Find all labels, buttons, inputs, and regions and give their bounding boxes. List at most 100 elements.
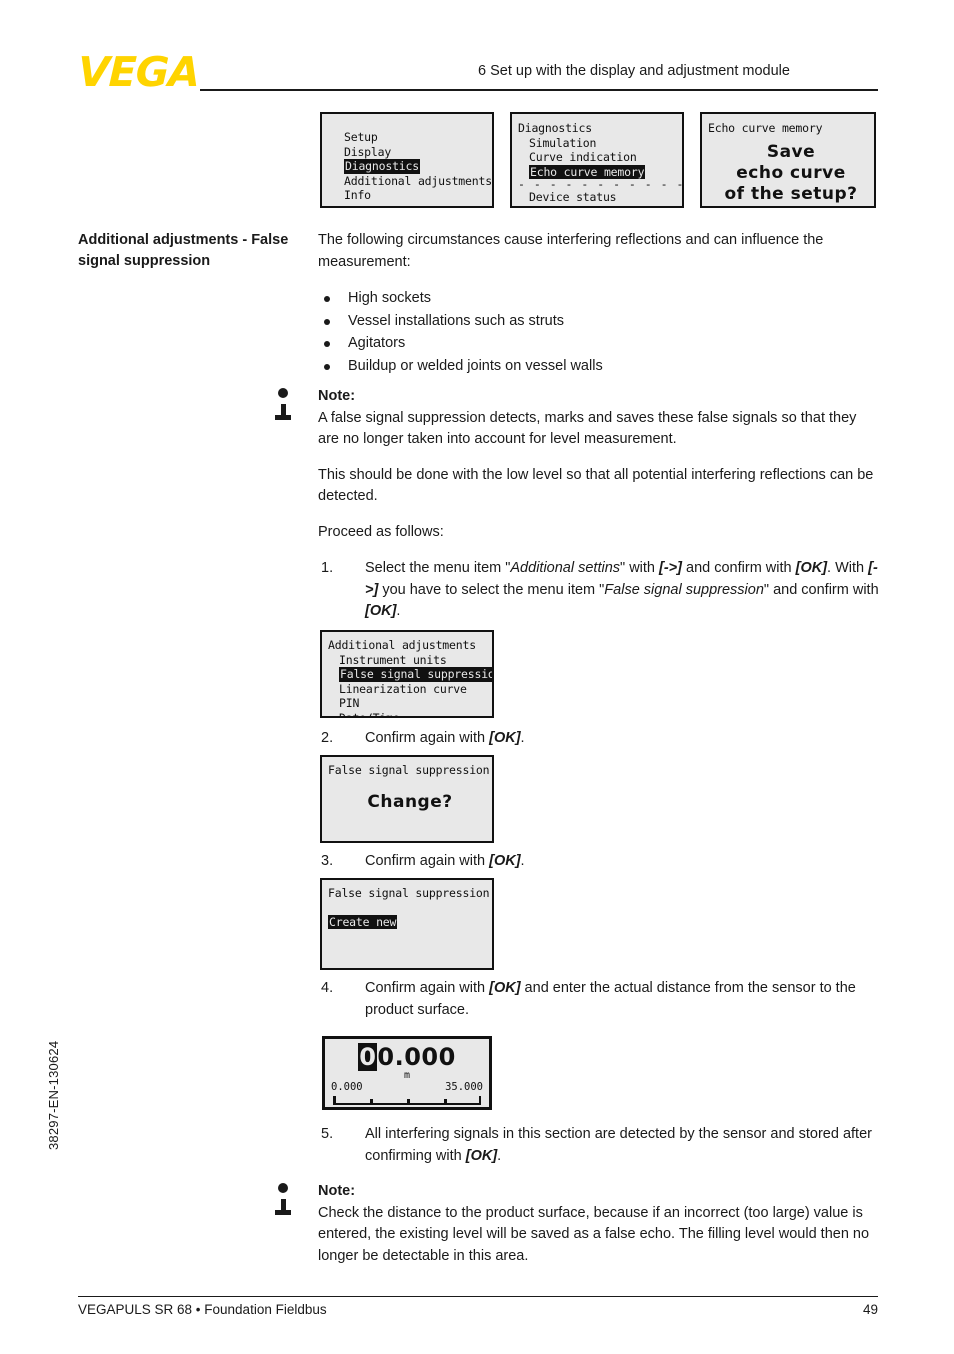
step-number: 4.: [321, 980, 334, 996]
lcd-item-setup: Setup: [344, 130, 378, 144]
list-item: High sockets: [318, 287, 880, 310]
step-text-1a: Select the menu item ": [365, 560, 511, 576]
lcd-item-diagnostics: Diagnostics: [344, 159, 492, 174]
digit-cursor: 0: [358, 1043, 378, 1071]
note-paragraph-2: This should be done with the low level s…: [318, 466, 874, 505]
step-text-1e: you have to select the menu item ": [378, 581, 605, 598]
information-icon: [272, 1183, 298, 1225]
lcd-selection-highlight: Diagnostics: [344, 159, 420, 174]
note-body: Check the distance to the product surfac…: [318, 1204, 870, 1264]
lcd-item-simulation: Simulation: [529, 135, 597, 150]
lcd-title-additional-adjustments: Additional adjustments: [328, 638, 476, 652]
step-text-1c: and confirm with: [681, 560, 796, 576]
lcd-divider-line: - - - - - - - - - - - - - - - - - - - -: [518, 177, 684, 191]
lcd-item-linearization-curve: Linearization curve: [339, 681, 467, 696]
lcd-prompt-line-1: Save: [766, 141, 816, 162]
lcd-title-false-signal-suppression: False signal suppression: [328, 763, 490, 777]
step-3: 3. Confirm again with [OK].: [318, 851, 880, 873]
note-block-1: Note: A false signal suppression detects…: [275, 386, 880, 552]
key-label-right-arrow: [->]: [659, 560, 682, 576]
step-item: 2. Confirm again with [OK].: [318, 728, 880, 750]
step-text-4a: Confirm again with: [365, 980, 490, 996]
step-number: 3.: [321, 853, 334, 869]
menu-item-name-false-signal-suppression: False signal suppression: [604, 581, 764, 598]
distance-ruler: [333, 1094, 481, 1105]
lcd-item-display: Display: [344, 144, 392, 159]
lcd-echo-curve-save: Echo curve memory Save echo curve of the…: [700, 112, 876, 208]
vega-logo: VEGA: [77, 48, 200, 96]
step-number: 5.: [321, 1126, 334, 1142]
lcd-item-instrument-units: Instrument units: [339, 652, 447, 667]
information-icon: [272, 388, 298, 430]
footer-divider: [78, 1296, 878, 1298]
key-label-ok: [OK]: [365, 603, 397, 619]
chapter-title: 6 Set up with the display and adjustment…: [478, 63, 790, 79]
lcd-item-info: Info: [344, 188, 371, 202]
distance-unit: m: [403, 1070, 411, 1081]
step-text-2b: .: [520, 730, 525, 746]
key-label-ok: [OK]: [489, 853, 521, 869]
step-text-2a: Confirm again with: [365, 730, 490, 746]
distance-scale-labels: 0.000 35.000: [325, 1081, 489, 1093]
lcd-false-signal-create-new: False signal suppression Create new: [320, 878, 494, 970]
scale-min-label: 0.000: [331, 1081, 363, 1093]
lcd-item-curve-indication: Curve indication: [529, 150, 637, 164]
distance-remaining-digits: 0.000: [377, 1043, 456, 1071]
step-1: 1. Select the menu item "Additional sett…: [318, 558, 880, 623]
lcd-selection-highlight: False signal suppression: [339, 667, 492, 682]
lcd-false-signal-change: False signal suppression Change?: [320, 755, 494, 843]
step-item: 4. Confirm again with [OK] and enter the…: [318, 978, 880, 1021]
step-item: 5. All interfering signals in this secti…: [318, 1124, 880, 1167]
note-paragraph-3: Proceed as follows:: [318, 523, 444, 540]
key-label-ok: [OK]: [795, 560, 828, 576]
interference-causes-list: High sockets Vessel installations such a…: [318, 287, 880, 377]
note-title: Note:: [318, 1183, 356, 1199]
list-item: Vessel installations such as struts: [318, 310, 880, 333]
header-divider: [200, 89, 878, 91]
step-text-1g: .: [396, 603, 401, 619]
intro-block: The following circumstances cause interf…: [318, 230, 880, 392]
lcd-additional-adjustments-menu: Additional adjustments Instrument units …: [320, 630, 494, 718]
step-number: 1.: [321, 560, 334, 576]
lcd-title-echo-curve-memory: Echo curve memory: [708, 121, 823, 135]
step-5: 5. All interfering signals in this secti…: [318, 1124, 880, 1167]
lcd-prompt-line-3: of the setup?: [724, 183, 858, 204]
step-number: 2.: [321, 730, 334, 746]
lcd-main-menu: Setup Display Diagnostics Additional adj…: [320, 112, 494, 208]
section-side-label: Additional adjustments - False signal su…: [78, 232, 289, 269]
step-text-3b: .: [520, 853, 525, 869]
step-text-5b: .: [497, 1147, 502, 1164]
step-text-3a: Confirm again with: [365, 853, 490, 869]
scale-max-label: 35.000: [445, 1081, 483, 1093]
page-header: VEGA 6 Set up with the display and adjus…: [0, 0, 954, 100]
key-label-ok: [OK]: [489, 980, 521, 996]
footer-product-name: VEGAPULS SR 68 • Foundation Fieldbus: [78, 1302, 327, 1317]
distance-value: 00.000: [325, 1043, 489, 1071]
intro-paragraph: The following circumstances cause interf…: [318, 232, 824, 270]
list-item: Buildup or welded joints on vessel walls: [318, 355, 880, 378]
key-label-ok: [OK]: [465, 1147, 498, 1164]
page-number: 49: [862, 1302, 878, 1317]
lcd-item-create-new: Create new: [328, 914, 492, 929]
note-title: Note:: [318, 388, 356, 404]
lcd-item-additional-adjustments: Additional adjustments: [344, 173, 492, 188]
step-item: 3. Confirm again with [OK].: [318, 851, 880, 873]
lcd-distance-entry: 00.000 m 0.000 35.000: [322, 1036, 492, 1110]
lcd-item-pin: PIN: [339, 696, 360, 710]
document-number: 38297-EN-130624: [46, 1040, 61, 1150]
note-body: A false signal suppression detects, mark…: [318, 409, 857, 448]
lcd-prompt-change: Change?: [367, 791, 453, 812]
step-text-1b: " with: [620, 560, 660, 576]
lcd-title-false-signal-suppression: False signal suppression: [328, 886, 490, 900]
step-4: 4. Confirm again with [OK] and enter the…: [318, 978, 880, 1021]
menu-item-name-additional-settings: Additional settins: [510, 560, 621, 576]
step-text-1d: . With: [827, 560, 869, 576]
step-text-5a: All interfering signals in this section …: [365, 1126, 872, 1164]
lcd-prompt-line-2: echo curve: [736, 162, 846, 183]
lcd-item-false-signal-suppression: False signal suppression: [328, 667, 492, 682]
lcd-diagnostics-menu: Diagnostics Simulation Curve indication …: [510, 112, 684, 208]
note-block-2: Note: Check the distance to the product …: [275, 1181, 880, 1281]
step-text-1f: " and confirm with: [763, 581, 879, 598]
lcd-item-device-status: Device status: [529, 190, 617, 204]
lcd-selection-highlight: Create new: [328, 914, 398, 929]
